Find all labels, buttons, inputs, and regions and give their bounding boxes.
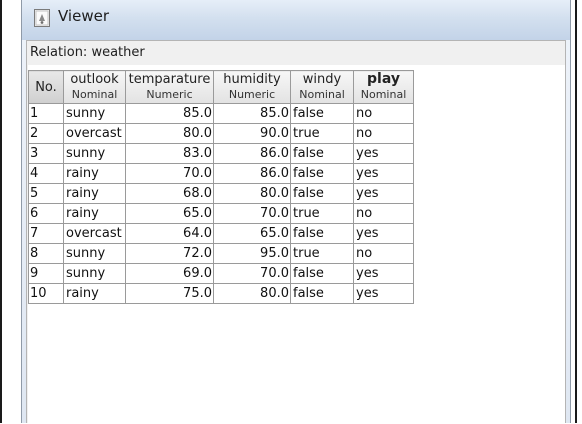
column-name: play <box>367 71 400 87</box>
windy-cell[interactable]: false <box>290 183 354 204</box>
outlook-cell[interactable]: overcast <box>63 223 126 244</box>
row-number-cell[interactable]: 4 <box>28 163 64 184</box>
relation-label: Relation: weather <box>30 45 145 60</box>
table-row[interactable]: 5 rainy 68.0 80.0 false yes <box>28 183 414 204</box>
play-cell[interactable]: yes <box>353 223 414 244</box>
temparature-cell[interactable]: 64.0 <box>125 223 214 244</box>
table-row[interactable]: 10 rainy 75.0 80.0 false yes <box>28 283 414 304</box>
column-name: temparature <box>128 72 211 87</box>
temparature-cell[interactable]: 72.0 <box>125 243 214 264</box>
windy-cell[interactable]: false <box>290 163 354 184</box>
column-name: windy <box>302 72 342 87</box>
row-number-cell[interactable]: 5 <box>28 183 64 204</box>
windy-cell[interactable]: false <box>290 103 354 124</box>
humidity-cell[interactable]: 65.0 <box>213 223 291 244</box>
right-frame-edge <box>575 0 577 423</box>
column-header-no[interactable]: No. <box>28 70 64 104</box>
table-row[interactable]: 1 sunny 85.0 85.0 false no <box>28 103 414 124</box>
column-header-windy[interactable]: windy Nominal <box>290 70 354 104</box>
temparature-cell[interactable]: 80.0 <box>125 123 214 144</box>
windy-cell[interactable]: false <box>290 223 354 244</box>
play-cell[interactable]: yes <box>353 143 414 164</box>
column-type: Nominal <box>299 88 345 101</box>
outlook-cell[interactable]: rainy <box>63 183 126 204</box>
outlook-cell[interactable]: overcast <box>63 123 126 144</box>
title-bar[interactable]: Viewer <box>22 0 570 40</box>
play-cell[interactable]: no <box>353 103 414 124</box>
temparature-cell[interactable]: 69.0 <box>125 263 214 284</box>
play-cell[interactable]: yes <box>353 183 414 204</box>
table-row[interactable]: 3 sunny 83.0 86.0 false yes <box>28 143 414 164</box>
column-type: Numeric <box>146 88 193 101</box>
column-type: Nominal <box>360 88 407 101</box>
humidity-cell[interactable]: 80.0 <box>213 183 291 204</box>
humidity-cell[interactable]: 86.0 <box>213 143 291 164</box>
column-type: Nominal <box>71 88 118 101</box>
table-area: No. outlook Nominal temparature Numeric … <box>28 65 565 424</box>
left-frame-edge <box>0 0 2 423</box>
outlook-cell[interactable]: rainy <box>63 283 126 304</box>
windy-cell[interactable]: true <box>290 123 354 144</box>
windy-cell[interactable]: true <box>290 243 354 264</box>
temparature-cell[interactable]: 65.0 <box>125 203 214 224</box>
app-icon <box>34 9 50 27</box>
outlook-cell[interactable]: sunny <box>63 143 126 164</box>
windy-cell[interactable]: false <box>290 143 354 164</box>
humidity-cell[interactable]: 70.0 <box>213 203 291 224</box>
column-type: Numeric <box>228 88 276 101</box>
outlook-cell[interactable]: rainy <box>63 203 126 224</box>
humidity-cell[interactable]: 85.0 <box>213 103 291 124</box>
windy-cell[interactable]: false <box>290 263 354 284</box>
window-title: Viewer <box>58 7 109 25</box>
humidity-cell[interactable]: 90.0 <box>213 123 291 144</box>
windy-cell[interactable]: false <box>290 283 354 304</box>
row-number-cell[interactable]: 9 <box>28 263 64 284</box>
outlook-cell[interactable]: sunny <box>63 243 126 264</box>
column-header-play[interactable]: play Nominal <box>353 70 414 104</box>
outlook-cell[interactable]: sunny <box>63 103 126 124</box>
temparature-cell[interactable]: 70.0 <box>125 163 214 184</box>
temparature-cell[interactable]: 85.0 <box>125 103 214 124</box>
column-name: humidity <box>223 72 281 87</box>
temparature-cell[interactable]: 68.0 <box>125 183 214 204</box>
play-cell[interactable]: yes <box>353 263 414 284</box>
table-row[interactable]: 9 sunny 69.0 70.0 false yes <box>28 263 414 284</box>
humidity-cell[interactable]: 70.0 <box>213 263 291 284</box>
table-body: 1 sunny 85.0 85.0 false no 2 overcast 80.0 90.0 tr… <box>28 103 414 304</box>
play-cell[interactable]: yes <box>353 283 414 304</box>
row-number-cell[interactable]: 10 <box>28 283 64 304</box>
row-number-cell[interactable]: 2 <box>28 123 64 144</box>
row-number-cell[interactable]: 1 <box>28 103 64 124</box>
table-row[interactable]: 6 rainy 65.0 70.0 true no <box>28 203 414 224</box>
content-panel: Relation: weather No. outlook Nominal te… <box>26 40 566 424</box>
column-header-outlook[interactable]: outlook Nominal <box>63 70 126 104</box>
play-cell[interactable]: no <box>353 243 414 264</box>
column-name: No. <box>35 79 57 95</box>
row-number-cell[interactable]: 8 <box>28 243 64 264</box>
data-table: No. outlook Nominal temparature Numeric … <box>28 70 414 304</box>
humidity-cell[interactable]: 95.0 <box>213 243 291 264</box>
play-cell[interactable]: yes <box>353 163 414 184</box>
viewer-window: Viewer Relation: weather No. outlook Nom… <box>21 0 571 424</box>
header-row: No. outlook Nominal temparature Numeric … <box>28 70 414 104</box>
column-name: outlook <box>70 72 119 87</box>
play-cell[interactable]: no <box>353 203 414 224</box>
humidity-cell[interactable]: 86.0 <box>213 163 291 184</box>
column-header-humidity[interactable]: humidity Numeric <box>213 70 291 104</box>
row-number-cell[interactable]: 6 <box>28 203 64 224</box>
outlook-cell[interactable]: rainy <box>63 163 126 184</box>
temparature-cell[interactable]: 75.0 <box>125 283 214 304</box>
row-number-cell[interactable]: 3 <box>28 143 64 164</box>
table-row[interactable]: 8 sunny 72.0 95.0 true no <box>28 243 414 264</box>
column-header-temparature[interactable]: temparature Numeric <box>125 70 214 104</box>
table-row[interactable]: 7 overcast 64.0 65.0 false yes <box>28 223 414 244</box>
play-cell[interactable]: no <box>353 123 414 144</box>
humidity-cell[interactable]: 80.0 <box>213 283 291 304</box>
table-row[interactable]: 4 rainy 70.0 86.0 false yes <box>28 163 414 184</box>
table-row[interactable]: 2 overcast 80.0 90.0 true no <box>28 123 414 144</box>
row-number-cell[interactable]: 7 <box>28 223 64 244</box>
outlook-cell[interactable]: sunny <box>63 263 126 284</box>
temparature-cell[interactable]: 83.0 <box>125 143 214 164</box>
windy-cell[interactable]: true <box>290 203 354 224</box>
